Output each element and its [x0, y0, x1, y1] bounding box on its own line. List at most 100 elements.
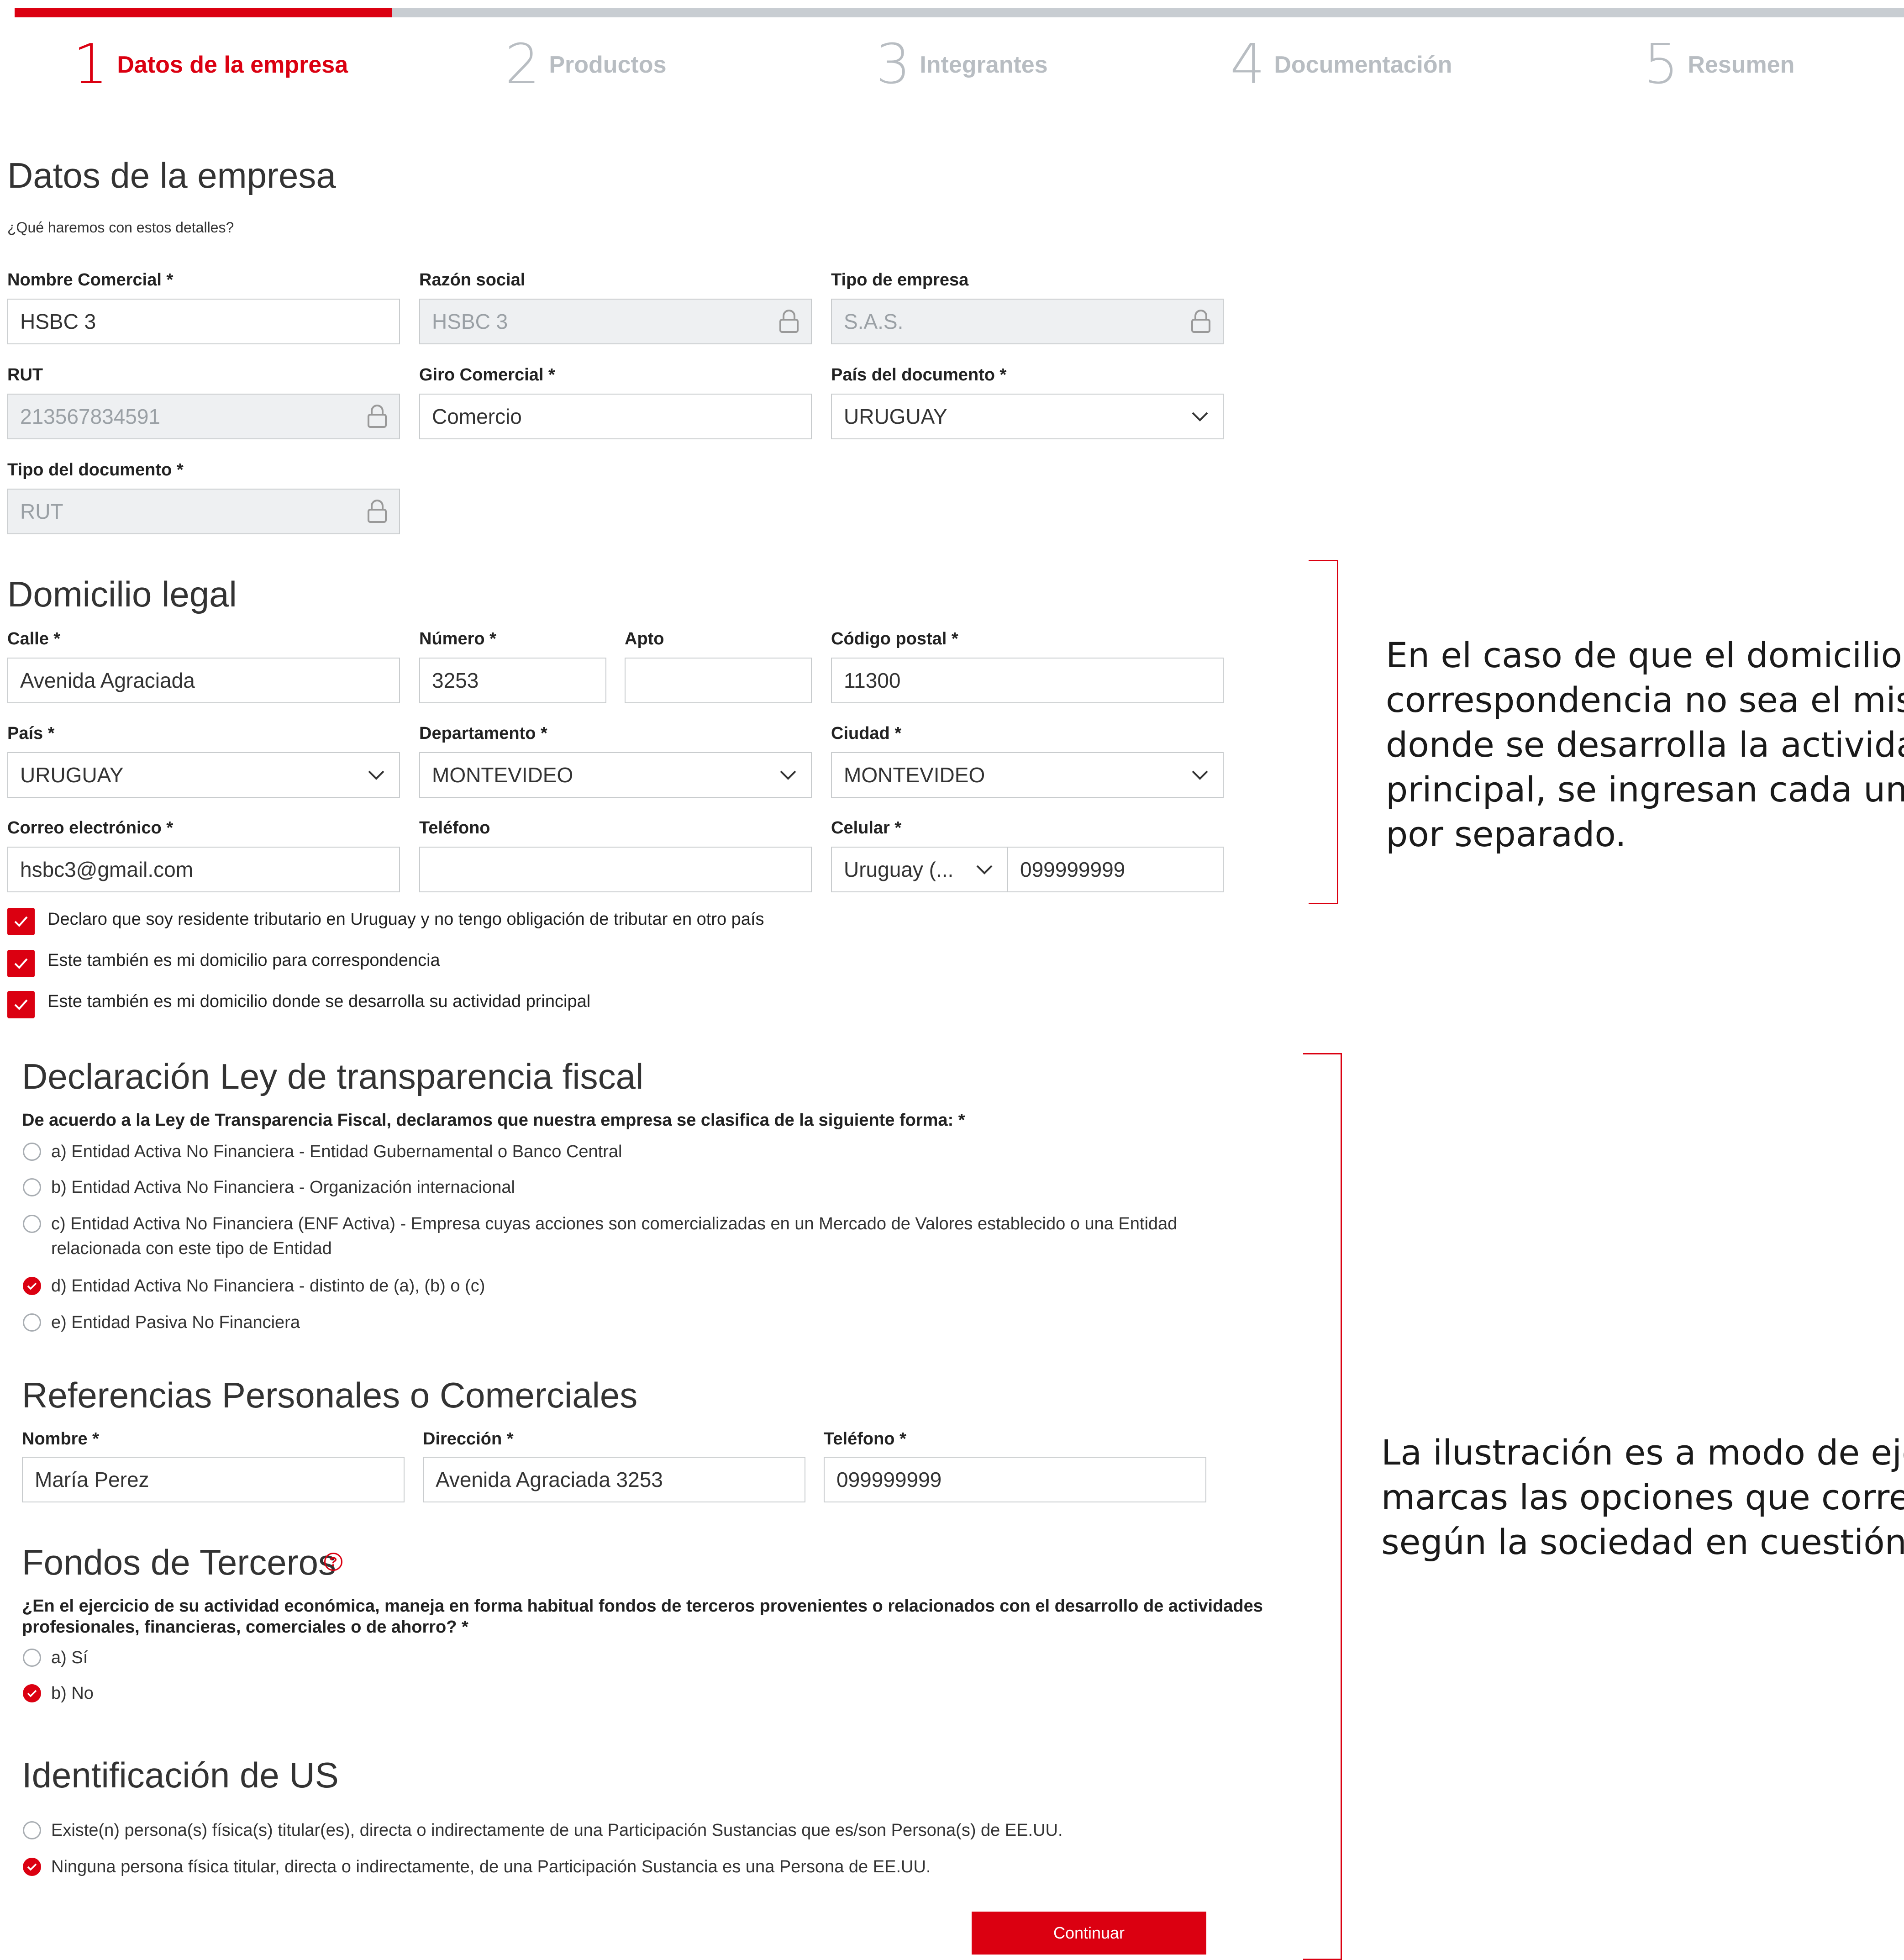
codigo-postal-input[interactable]: 11300: [831, 658, 1224, 703]
calle-input[interactable]: Avenida Agraciada: [7, 658, 400, 703]
chevron-down-icon: [1189, 406, 1211, 427]
calle-value: Avenida Agraciada: [20, 669, 195, 692]
transparencia-option-c-radio[interactable]: [23, 1215, 41, 1233]
departamento-label: Departamento *: [419, 724, 547, 743]
progress-bar: [15, 8, 1904, 17]
pais-documento-select[interactable]: URUGUAY: [831, 394, 1224, 439]
step-number: 4: [1230, 33, 1265, 96]
check-icon: [14, 958, 28, 969]
pais-documento-label: País del documento *: [831, 365, 1007, 385]
transparencia-option-c-label: c) Entidad Activa No Financiera (ENF Act…: [51, 1214, 1178, 1233]
domicilio-note-line: principal, se ingresan cada uno: [1386, 769, 1904, 810]
referencias-section-title: Referencias Personales o Comerciales: [22, 1375, 638, 1415]
giro-input[interactable]: Comercio: [419, 394, 812, 439]
calle-label: Calle *: [7, 629, 61, 648]
step-integrantes[interactable]: 3 Integrantes: [876, 37, 1048, 92]
ref-direccion-input[interactable]: Avenida Agraciada 3253: [423, 1457, 805, 1502]
domicilio-note: En el caso de que el domicilio correspon…: [1386, 633, 1904, 857]
domicilio-note-line: correspondencia no sea el mis: [1386, 680, 1904, 720]
step-label: Resumen: [1688, 52, 1795, 78]
transparencia-option-d-label: d) Entidad Activa No Financiera - distin…: [51, 1276, 485, 1296]
company-help-link[interactable]: ¿Qué haremos con estos detalles?: [7, 219, 234, 236]
correo-input[interactable]: hsbc3@gmail.com: [7, 847, 400, 892]
step-number: 2: [505, 33, 540, 96]
lock-icon: [1191, 310, 1211, 333]
ilustracion-note-line: marcas las opciones que corre: [1381, 1477, 1904, 1517]
pais-select[interactable]: URUGUAY: [7, 752, 400, 798]
fondos-question-line2: profesionales, financieras, comerciales …: [22, 1618, 468, 1637]
continuar-button[interactable]: Continuar: [972, 1912, 1206, 1955]
transparencia-option-a-label: a) Entidad Activa No Financiera - Entida…: [51, 1142, 622, 1161]
step-datos-empresa[interactable]: 1 Datos de la empresa: [73, 37, 348, 92]
razon-social-input: HSBC 3: [419, 299, 812, 344]
departamento-value: MONTEVIDEO: [432, 763, 573, 787]
transparencia-option-e-radio[interactable]: [23, 1313, 41, 1332]
fondos-option-no-label: b) No: [51, 1684, 94, 1703]
ref-nombre-value: María Perez: [35, 1468, 149, 1491]
residente-checkbox[interactable]: [7, 908, 35, 935]
transparencia-option-a-radio[interactable]: [23, 1143, 41, 1161]
nombre-comercial-input[interactable]: HSBC 3: [7, 299, 400, 344]
transparencia-option-c-label-cont: relacionada con este tipo de Entidad: [51, 1239, 332, 1258]
tipo-documento-value: RUT: [20, 500, 63, 523]
apto-input[interactable]: [625, 658, 812, 703]
ref-nombre-input[interactable]: María Perez: [22, 1457, 405, 1502]
transparencia-option-e-label: e) Entidad Pasiva No Financiera: [51, 1313, 300, 1332]
step-documentacion[interactable]: 4 Documentación: [1230, 37, 1452, 92]
step-number: 5: [1644, 33, 1679, 96]
transparencia-question: De acuerdo a la Ley de Transparencia Fis…: [22, 1111, 965, 1130]
ciudad-label: Ciudad *: [831, 724, 902, 743]
help-icon[interactable]: ?: [324, 1553, 342, 1571]
fondos-question-line1: ¿En el ejercicio de su actividad económi…: [22, 1596, 1263, 1616]
razon-social-label: Razón social: [419, 270, 526, 290]
transparencia-option-b-radio[interactable]: [23, 1178, 41, 1196]
fondos-option-si-radio[interactable]: [23, 1649, 41, 1667]
step-label: Integrantes: [920, 52, 1048, 78]
correspondencia-checkbox[interactable]: [7, 950, 35, 977]
tipo-empresa-input: S.A.S.: [831, 299, 1224, 344]
step-label: Documentación: [1274, 52, 1452, 78]
giro-label: Giro Comercial *: [419, 365, 555, 385]
ref-telefono-input[interactable]: 099999999: [824, 1457, 1206, 1502]
fondos-section-title: Fondos de Terceros: [22, 1542, 336, 1582]
correo-label: Correo electrónico *: [7, 818, 174, 838]
us-option-existe-radio[interactable]: [23, 1821, 41, 1839]
telefono-input[interactable]: [419, 847, 812, 892]
chevron-down-icon: [777, 764, 799, 786]
actividad-checkbox[interactable]: [7, 991, 35, 1018]
step-resumen[interactable]: 5 Resumen: [1644, 37, 1794, 92]
step-label: Datos de la empresa: [117, 52, 348, 78]
departamento-select[interactable]: MONTEVIDEO: [419, 752, 812, 798]
transparencia-option-d-radio[interactable]: [23, 1277, 41, 1295]
domicilio-note-line: donde se desarrolla la activida: [1386, 724, 1904, 765]
fondos-option-no-radio[interactable]: [23, 1684, 41, 1702]
lock-icon: [367, 500, 387, 523]
progress-bar-fill: [15, 8, 392, 17]
fondos-option-si-label: a) Sí: [51, 1648, 88, 1667]
step-productos[interactable]: 2 Productos: [505, 37, 667, 92]
celular-country-select[interactable]: Uruguay (...: [831, 847, 1008, 892]
ref-direccion-label: Dirección *: [423, 1429, 514, 1449]
numero-input[interactable]: 3253: [419, 658, 606, 703]
celular-country-value: Uruguay (...: [844, 858, 954, 881]
pais-label: País *: [7, 724, 55, 743]
nombre-comercial-value: HSBC 3: [20, 310, 96, 333]
nombre-comercial-label: Nombre Comercial *: [7, 270, 174, 290]
celular-input[interactable]: 099999999: [1007, 847, 1224, 892]
telefono-label: Teléfono: [419, 818, 490, 838]
check-icon: [14, 999, 28, 1010]
lock-icon: [367, 405, 387, 428]
actividad-checkbox-label: Este también es mi domicilio donde se de…: [47, 992, 591, 1011]
step-number: 1: [73, 33, 108, 96]
domicilio-note-line: En el caso de que el domicilio: [1386, 635, 1903, 675]
codigo-postal-label: Código postal *: [831, 629, 958, 648]
ref-nombre-label: Nombre *: [22, 1429, 99, 1449]
ciudad-select[interactable]: MONTEVIDEO: [831, 752, 1224, 798]
correspondencia-checkbox-label: Este también es mi domicilio para corres…: [47, 951, 440, 970]
tipo-documento-input: RUT: [7, 489, 400, 534]
tipo-empresa-label: Tipo de empresa: [831, 270, 969, 290]
rut-value: 213567834591: [20, 405, 160, 428]
ciudad-value: MONTEVIDEO: [844, 763, 985, 787]
us-option-ninguna-radio[interactable]: [23, 1858, 41, 1876]
giro-value: Comercio: [432, 405, 522, 428]
